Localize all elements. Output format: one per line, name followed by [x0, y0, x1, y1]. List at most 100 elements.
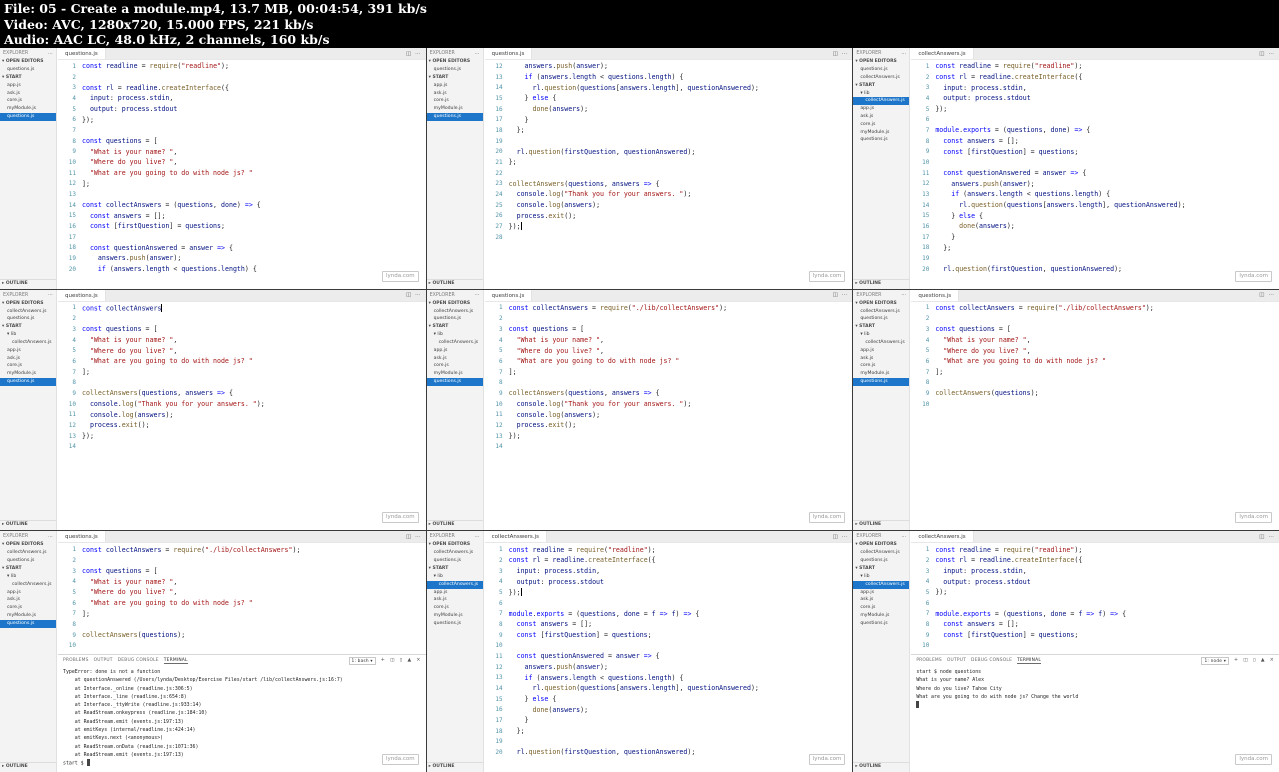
open-editors-header[interactable]: ▾ OPEN EDITORS [0, 300, 56, 308]
open-editor-item[interactable]: questions.js [427, 66, 483, 74]
more-actions-icon[interactable]: ⋯ [48, 51, 53, 57]
explorer-file-item[interactable]: ask.js [0, 90, 56, 98]
explorer-file-item[interactable]: questions.js [427, 620, 483, 628]
folder-section-header[interactable]: ▾ START [0, 323, 56, 331]
explorer-file-item[interactable]: collectAnswers.js [426, 580, 483, 589]
maximize-panel-icon[interactable]: ▲ [1261, 658, 1265, 663]
explorer-file-item[interactable]: questions.js [853, 620, 909, 628]
code-area[interactable]: 1 const collectAnswers 2 3 const questions =… [58, 302, 426, 531]
outline-section-header[interactable]: ▸ OUTLINE [853, 762, 910, 771]
open-editors-header[interactable]: ▾ OPEN EDITORS [853, 58, 909, 66]
more-actions-icon[interactable]: ⋯ [1268, 534, 1274, 540]
explorer-file-item[interactable]: myModule.js [427, 612, 483, 620]
explorer-file-item[interactable]: app.js [853, 347, 909, 355]
open-editors-header[interactable]: ▾ OPEN EDITORS [427, 541, 483, 549]
split-terminal-icon[interactable]: ◫ [390, 658, 395, 663]
explorer-folder-item[interactable]: ▾ lib [427, 573, 483, 581]
explorer-file-item[interactable]: collectAnswers.js [427, 339, 483, 347]
explorer-folder-item[interactable]: ▾ lib [427, 331, 483, 339]
explorer-file-item[interactable]: questions.js [0, 619, 56, 628]
terminal-body[interactable]: TypeError: done is not a function at que… [58, 666, 426, 770]
outline-section-header[interactable]: ▸ OUTLINE [0, 762, 56, 771]
folder-section-header[interactable]: ▾ START [427, 74, 483, 82]
open-editor-item[interactable]: questions.js [0, 557, 56, 565]
add-terminal-icon[interactable]: + [1234, 658, 1238, 663]
explorer-folder-item[interactable]: ▾ lib [853, 90, 909, 98]
editor-tab[interactable]: questions.js [911, 289, 960, 301]
open-editor-item[interactable]: questions.js [853, 315, 909, 323]
code-area[interactable]: 1 const collectAnswers = require("./lib/c… [485, 302, 853, 531]
open-editor-item[interactable]: questions.js [427, 557, 483, 565]
explorer-file-item[interactable]: core.js [0, 604, 56, 612]
explorer-file-item[interactable]: questions.js [0, 112, 56, 121]
split-editor-icon[interactable]: ◫ [1259, 292, 1264, 298]
more-actions-icon[interactable]: ⋯ [901, 292, 906, 298]
open-editor-item[interactable]: collectAnswers.js [0, 549, 56, 557]
code-area[interactable]: 1 const collectAnswers = require("./lib/c… [911, 302, 1279, 531]
more-actions-icon[interactable]: ⋯ [415, 292, 421, 298]
more-actions-icon[interactable]: ⋯ [48, 292, 53, 298]
trash-terminal-icon[interactable]: ▯ [400, 658, 403, 663]
open-editor-item[interactable]: collectAnswers.js [853, 74, 909, 82]
terminal-shell-select[interactable]: 1: bash ▾ [348, 656, 376, 665]
explorer-file-item[interactable]: collectAnswers.js [0, 581, 56, 589]
more-actions-icon[interactable]: ⋯ [1268, 292, 1274, 298]
panel-tab-terminal[interactable]: TERMINAL [1017, 658, 1041, 664]
open-editors-header[interactable]: ▾ OPEN EDITORS [853, 300, 909, 308]
open-editor-item[interactable]: collectAnswers.js [0, 308, 56, 316]
terminal-shell-select[interactable]: 1: node ▾ [1201, 656, 1230, 665]
panel-tab-debug-console[interactable]: DEBUG CONSOLE [118, 658, 159, 663]
explorer-file-item[interactable]: core.js [0, 362, 56, 370]
folder-section-header[interactable]: ▾ START [853, 82, 909, 90]
explorer-file-item[interactable]: questions.js [853, 378, 910, 386]
trash-terminal-icon[interactable]: ▯ [1253, 658, 1256, 663]
explorer-file-item[interactable]: core.js [0, 97, 56, 105]
editor-tab[interactable]: collectAnswers.js [484, 531, 547, 543]
outline-section-header[interactable]: ▸ OUTLINE [426, 762, 483, 771]
outline-section-header[interactable]: ▸ OUTLINE [853, 278, 910, 288]
split-editor-icon[interactable]: ◫ [833, 51, 838, 57]
more-actions-icon[interactable]: ⋯ [901, 51, 906, 57]
folder-section-header[interactable]: ▾ START [853, 565, 909, 573]
maximize-panel-icon[interactable]: ▲ [408, 658, 412, 663]
explorer-file-item[interactable]: ask.js [853, 355, 909, 363]
explorer-folder-item[interactable]: ▾ lib [0, 573, 56, 581]
explorer-file-item[interactable]: core.js [853, 362, 909, 370]
explorer-folder-item[interactable]: ▾ lib [0, 331, 56, 339]
explorer-file-item[interactable]: core.js [853, 121, 909, 129]
explorer-file-item[interactable]: myModule.js [427, 370, 483, 378]
more-actions-icon[interactable]: ⋯ [842, 292, 848, 298]
editor-tab[interactable]: questions.js [484, 289, 533, 301]
code-area[interactable]: 12 answers.push(answer); 13 if (answers.l… [485, 60, 853, 289]
split-terminal-icon[interactable]: ◫ [1243, 658, 1248, 663]
explorer-file-item[interactable]: ask.js [427, 355, 483, 363]
explorer-file-item[interactable]: core.js [427, 604, 483, 612]
explorer-file-item[interactable]: core.js [427, 97, 483, 105]
split-editor-icon[interactable]: ◫ [833, 534, 838, 540]
open-editor-item[interactable]: questions.js [0, 315, 56, 323]
split-editor-icon[interactable]: ◫ [406, 51, 411, 57]
more-actions-icon[interactable]: ⋯ [842, 51, 848, 57]
folder-section-header[interactable]: ▾ START [0, 74, 56, 82]
explorer-file-item[interactable]: ask.js [853, 596, 909, 604]
explorer-file-item[interactable]: core.js [427, 362, 483, 370]
explorer-file-item[interactable]: ask.js [427, 596, 483, 604]
more-actions-icon[interactable]: ⋯ [475, 534, 480, 540]
panel-tab-problems[interactable]: PROBLEMS [63, 658, 89, 663]
panel-tab-terminal[interactable]: TERMINAL [163, 658, 188, 664]
more-actions-icon[interactable]: ⋯ [475, 292, 480, 298]
open-editors-header[interactable]: ▾ OPEN EDITORS [853, 541, 909, 549]
terminal-body[interactable]: start $ node questions What is your name?… [911, 666, 1279, 711]
explorer-file-item[interactable]: myModule.js [853, 129, 909, 137]
outline-section-header[interactable]: ▸ OUTLINE [426, 520, 483, 530]
outline-section-header[interactable]: ▸ OUTLINE [0, 520, 56, 530]
editor-tab[interactable]: collectAnswers.js [911, 531, 974, 543]
explorer-file-item[interactable]: questions.js [853, 136, 909, 144]
explorer-folder-item[interactable]: ▾ lib [853, 331, 909, 339]
explorer-file-item[interactable]: questions.js [0, 378, 56, 386]
open-editor-item[interactable]: questions.js [853, 557, 909, 565]
editor-tab[interactable]: collectAnswers.js [911, 48, 974, 59]
panel-tab-output[interactable]: OUTPUT [947, 658, 966, 663]
code-area[interactable]: 1 const readline = require("readline"); 2 c… [911, 60, 1279, 289]
split-editor-icon[interactable]: ◫ [406, 534, 411, 540]
